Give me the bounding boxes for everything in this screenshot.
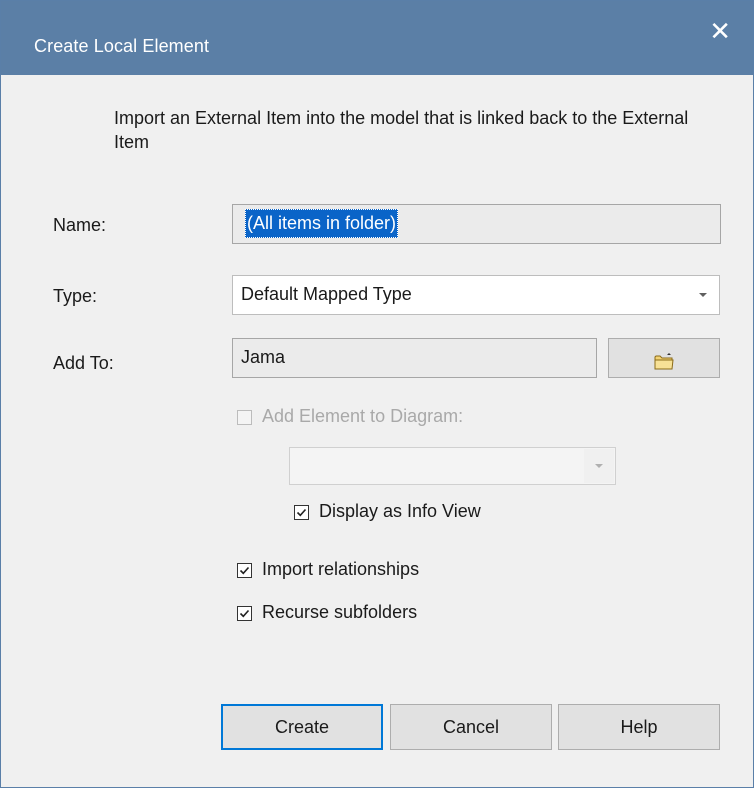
help-button[interactable]: Help — [558, 704, 720, 750]
chevron-down-icon — [595, 464, 603, 468]
browse-button[interactable] — [608, 338, 720, 378]
dialog-window: Create Local Element ✕ Import an Externa… — [0, 0, 754, 788]
type-dropdown-value: Default Mapped Type — [241, 284, 412, 304]
title-bar[interactable]: Create Local Element ✕ — [1, 1, 753, 75]
add-to-field: Jama — [232, 338, 597, 378]
display-info-view-label: Display as Info View — [319, 501, 481, 521]
type-dropdown[interactable]: Default Mapped Type — [232, 275, 720, 315]
close-icon[interactable]: ✕ — [709, 19, 731, 45]
import-relationships-checkbox[interactable] — [237, 563, 252, 578]
add-to-value: Jama — [241, 347, 286, 367]
description-text: Import an External Item into the model t… — [114, 108, 689, 152]
add-to-diagram-checkbox[interactable] — [237, 410, 252, 425]
add-to-diagram-label: Add Element to Diagram: — [262, 406, 464, 426]
chevron-down-icon — [699, 293, 707, 297]
folder-icon — [654, 345, 674, 383]
type-label: Type: — [53, 286, 98, 306]
import-relationships-label: Import relationships — [262, 559, 420, 579]
name-field-value: (All items in folder) — [245, 209, 399, 238]
display-info-view-checkbox[interactable] — [294, 505, 309, 520]
recurse-subfolders-label: Recurse subfolders — [262, 602, 418, 622]
add-to-label: Add To: — [53, 353, 114, 373]
cancel-button[interactable]: Cancel — [390, 704, 552, 750]
create-button[interactable]: Create — [221, 704, 383, 750]
name-field[interactable]: (All items in folder) — [232, 204, 721, 244]
window-title: Create Local Element — [34, 36, 210, 56]
recurse-subfolders-checkbox[interactable] — [237, 606, 252, 621]
name-label: Name: — [53, 215, 107, 235]
diagram-dropdown[interactable] — [289, 447, 616, 485]
